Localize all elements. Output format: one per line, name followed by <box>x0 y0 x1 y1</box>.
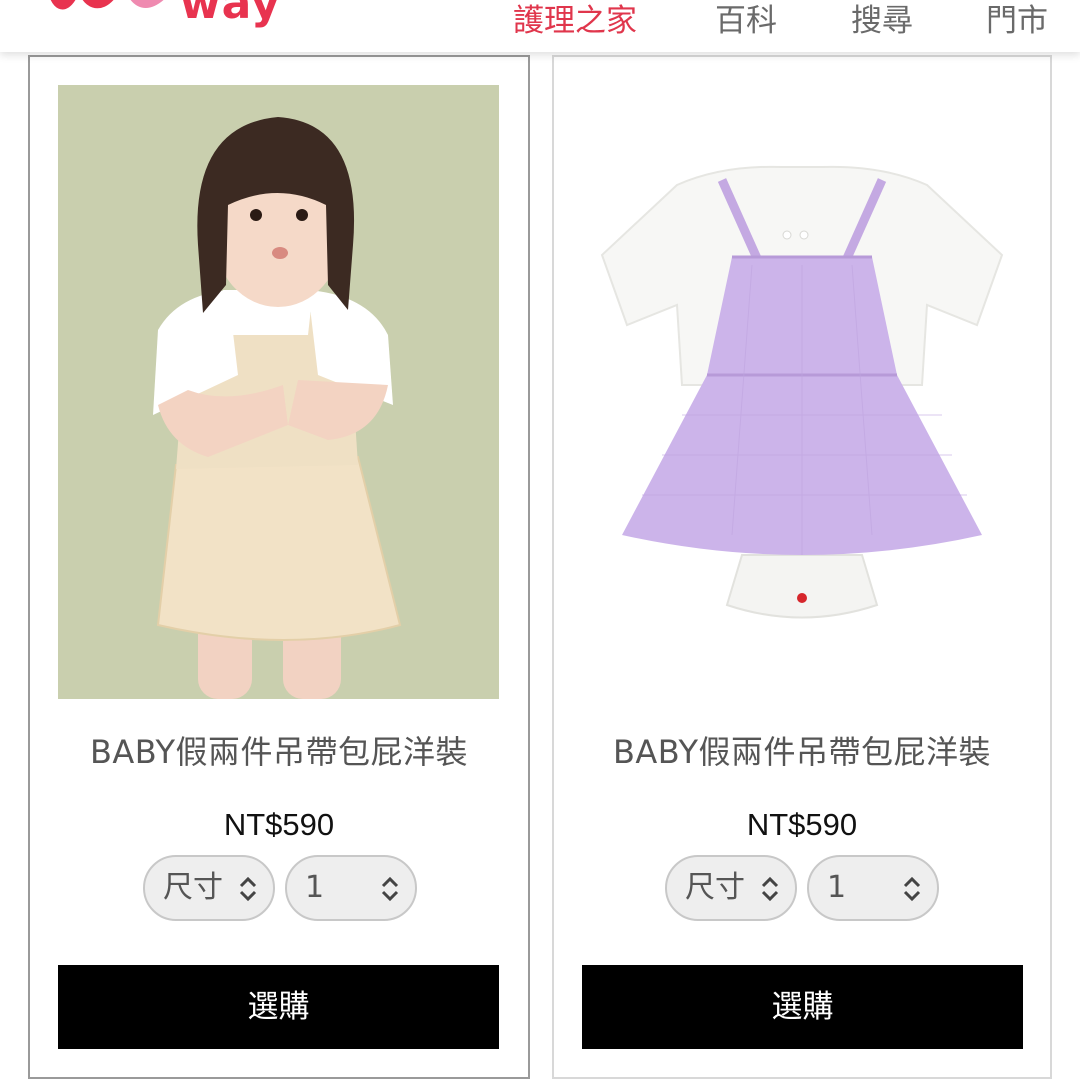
quantity-select[interactable]: 1 <box>807 855 939 921</box>
product-card: BABY假兩件吊帶包屁洋裝 NT$590 尺寸 1 選購 <box>28 55 530 1079</box>
size-select[interactable]: 尺寸 <box>143 855 275 921</box>
chevron-up-down-icon <box>239 876 257 902</box>
size-select-label: 尺寸 <box>163 870 223 905</box>
quantity-value: 1 <box>305 870 325 905</box>
baby-girl-photo <box>58 85 499 699</box>
chevron-up-down-icon <box>761 876 779 902</box>
product-image[interactable] <box>582 85 1023 699</box>
product-name[interactable]: BABY假兩件吊帶包屁洋裝 <box>30 727 528 773</box>
product-name[interactable]: BABY假兩件吊帶包屁洋裝 <box>554 727 1050 773</box>
nav-item-search[interactable]: 搜尋 <box>851 0 913 46</box>
size-select[interactable]: 尺寸 <box>665 855 797 921</box>
product-image[interactable] <box>58 85 499 699</box>
nav-item-encyclopedia[interactable]: 百科 <box>715 0 777 46</box>
buy-button[interactable]: 選購 <box>58 965 499 1049</box>
logo-text: way <box>180 0 281 29</box>
top-navigation-bar: way 護理之家 百科 搜尋 門市 <box>0 0 1080 52</box>
quantity-value: 1 <box>827 870 847 905</box>
chevron-up-down-icon <box>381 876 399 902</box>
nav-item-stores[interactable]: 門市 <box>986 0 1048 46</box>
product-price: NT$590 <box>223 807 335 842</box>
product-card: BABY假兩件吊帶包屁洋裝 NT$590 尺寸 1 選購 <box>552 55 1052 1079</box>
lavender-dress-photo <box>582 85 1023 699</box>
buy-button[interactable]: 選購 <box>582 965 1023 1049</box>
chevron-up-down-icon <box>903 876 921 902</box>
nav-item-nursing-home[interactable]: 護理之家 <box>513 0 637 46</box>
product-price: NT$590 <box>746 807 858 842</box>
size-select-label: 尺寸 <box>685 870 745 905</box>
quantity-select[interactable]: 1 <box>285 855 417 921</box>
